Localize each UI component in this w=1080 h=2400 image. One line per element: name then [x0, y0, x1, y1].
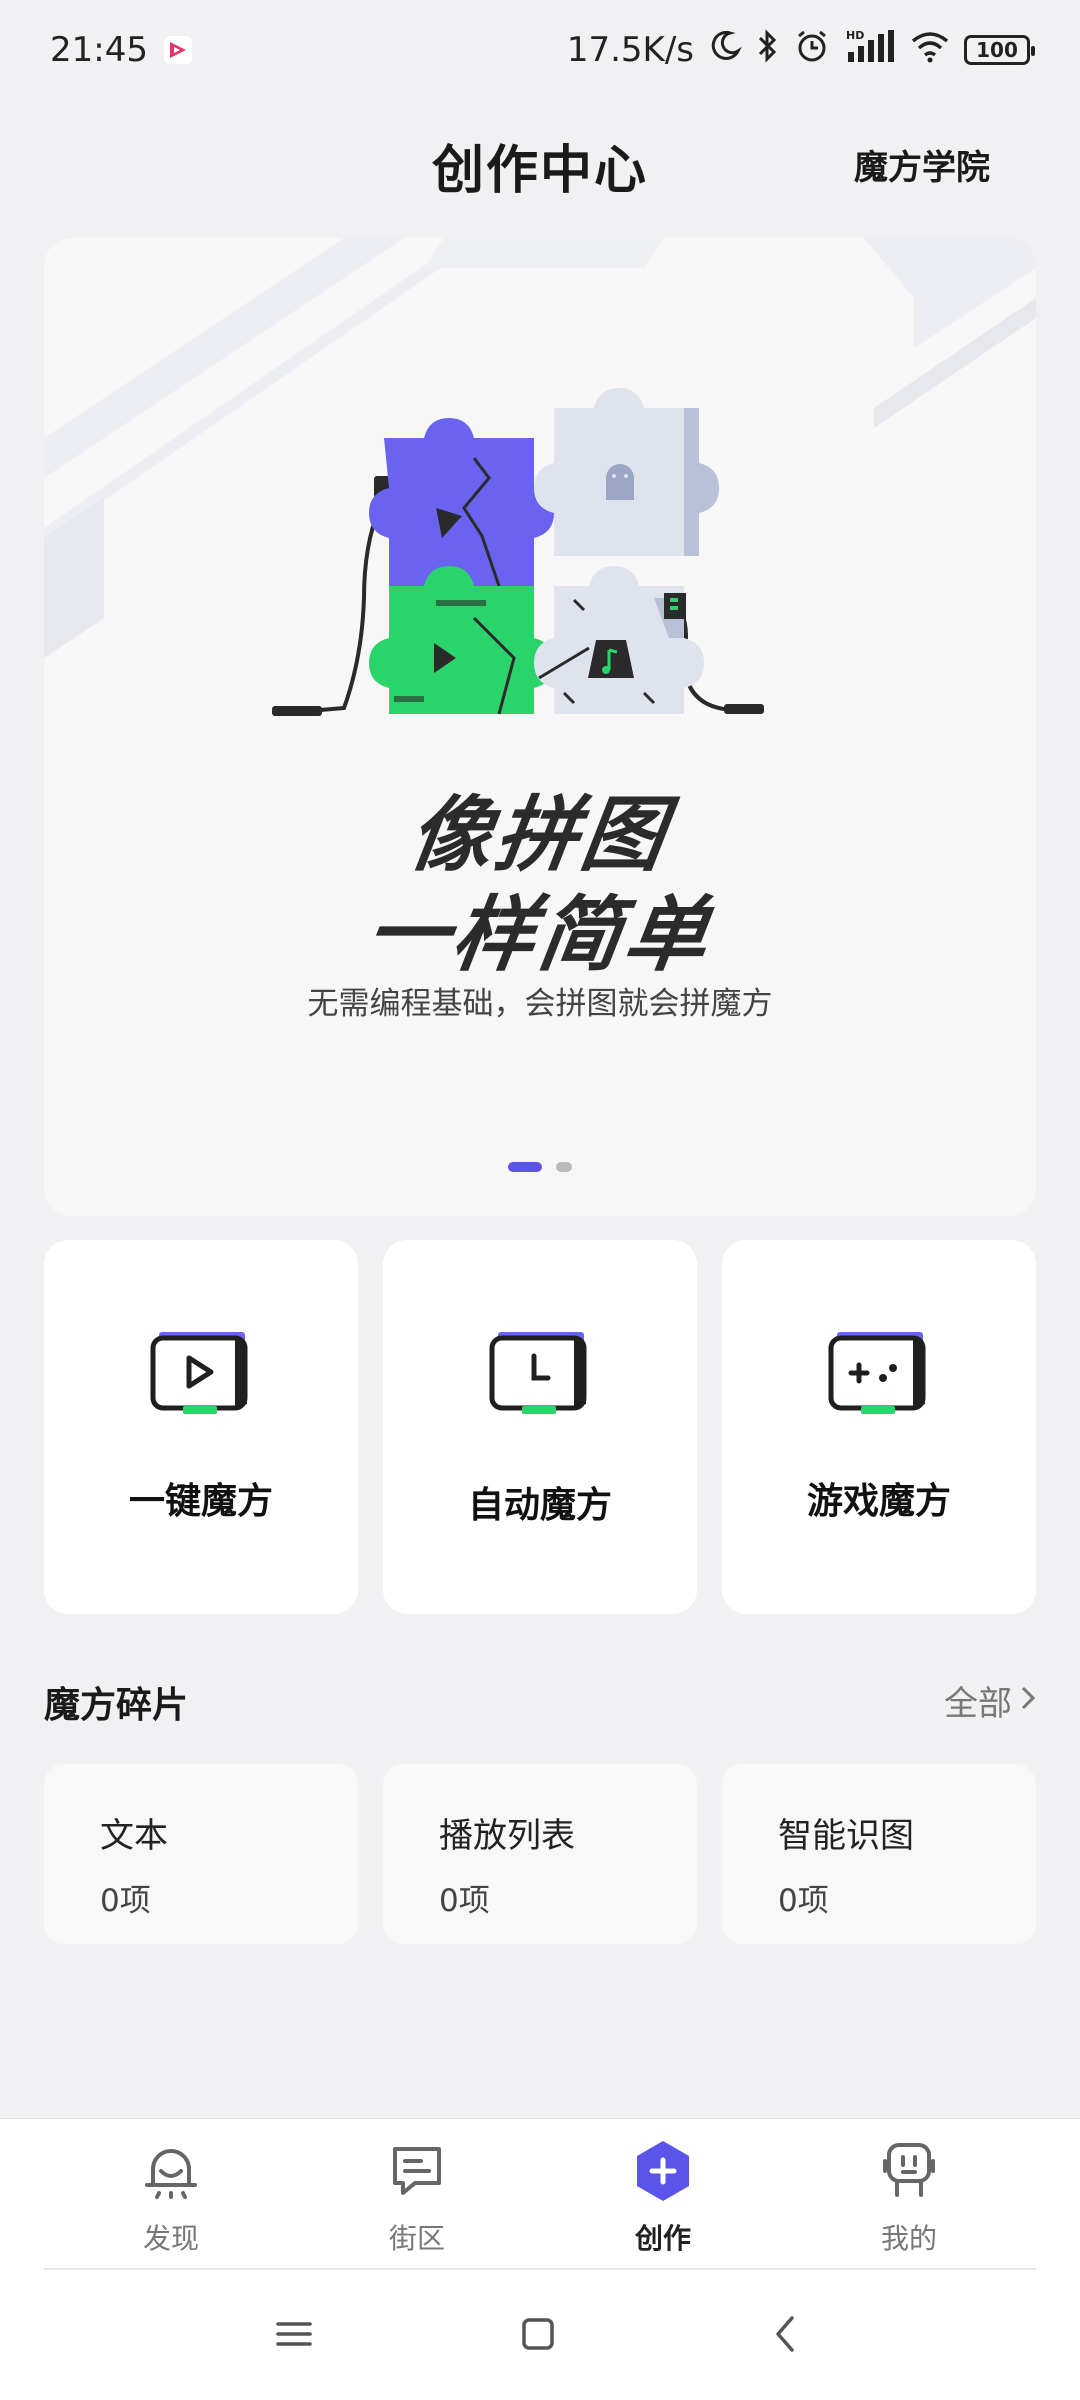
divider	[44, 2268, 1036, 2270]
moon-icon	[708, 29, 742, 72]
status-bar: 21:45 17.5K/s HD 100	[0, 0, 1080, 100]
fragments-title: 魔方碎片	[44, 1685, 189, 1726]
wifi-icon	[910, 29, 950, 72]
gamepad-icon	[827, 1328, 931, 1422]
back-icon[interactable]	[766, 2314, 806, 2358]
alarm-icon	[794, 28, 830, 73]
tab-discover[interactable]: 发现	[91, 2139, 251, 2257]
tab-create[interactable]: 创作	[583, 2139, 743, 2257]
app-notification-icon	[163, 36, 192, 64]
bluetooth-icon	[756, 28, 780, 73]
battery-icon: 100	[964, 35, 1035, 65]
create-plus-icon	[631, 2139, 695, 2207]
pager-dot-active[interactable]	[508, 1162, 542, 1172]
fragment-name: 播放列表	[439, 1816, 575, 1856]
discover-icon	[139, 2139, 203, 2207]
see-all-link[interactable]: 全部	[944, 1676, 1036, 1725]
svg-text:HD: HD	[846, 29, 864, 42]
fragment-card-playlist[interactable]: 播放列表 0项	[383, 1764, 697, 1944]
academy-link[interactable]: 魔方学院	[854, 140, 990, 189]
chat-icon	[385, 2139, 449, 2207]
header: 创作中心 魔方学院	[0, 110, 1080, 210]
see-all-label: 全部	[944, 1684, 1012, 1724]
banner-subtitle: 无需编程基础，会拼图就会拼魔方	[307, 986, 773, 1022]
bottom-tab-bar: 发现 街区 创作 我的	[0, 2118, 1080, 2268]
tab-label: 街区	[388, 2222, 445, 2255]
banner-pager	[44, 1162, 1036, 1172]
fragment-count: 0项	[778, 1883, 829, 1919]
fragment-count: 0项	[439, 1883, 490, 1919]
tab-label: 我的	[880, 2222, 937, 2255]
mode-label: 一键魔方	[128, 1481, 273, 1522]
menu-icon[interactable]	[274, 2314, 314, 2358]
mode-card-game[interactable]: 游戏魔方	[722, 1240, 1036, 1614]
system-nav-bar	[0, 2268, 1080, 2400]
tab-label: 发现	[142, 2222, 199, 2255]
status-time: 21:45	[50, 30, 148, 70]
fragment-count: 0项	[100, 1883, 151, 1919]
play-icon	[149, 1328, 253, 1422]
pager-dot[interactable]	[556, 1162, 572, 1172]
network-speed: 17.5K/s	[566, 30, 694, 70]
mode-label: 自动魔方	[467, 1485, 612, 1526]
mode-card-auto[interactable]: 自动魔方	[383, 1240, 697, 1614]
clock-icon	[488, 1328, 592, 1422]
tab-mine[interactable]: 我的	[829, 2139, 989, 2257]
mode-card-one-click[interactable]: 一键魔方	[44, 1240, 358, 1614]
tab-label: 创作	[634, 2222, 691, 2255]
fragment-card-image-recognition[interactable]: 智能识图 0项	[722, 1764, 1036, 1944]
puzzle-illustration	[44, 238, 1036, 716]
fragment-name: 智能识图	[778, 1816, 914, 1856]
chevron-right-icon	[1020, 1681, 1036, 1721]
signal-icon: HD	[844, 28, 896, 73]
fragment-name: 文本	[100, 1816, 168, 1856]
banner-slogan-line2: 一样简单	[360, 888, 718, 983]
mode-label: 游戏魔方	[806, 1481, 951, 1522]
promo-banner[interactable]: 像拼图 一样简单 无需编程基础，会拼图就会拼魔方	[44, 238, 1036, 1216]
tab-street[interactable]: 街区	[337, 2139, 497, 2257]
home-icon[interactable]	[518, 2314, 558, 2358]
fragment-card-text[interactable]: 文本 0项	[44, 1764, 358, 1944]
profile-icon	[877, 2139, 941, 2207]
